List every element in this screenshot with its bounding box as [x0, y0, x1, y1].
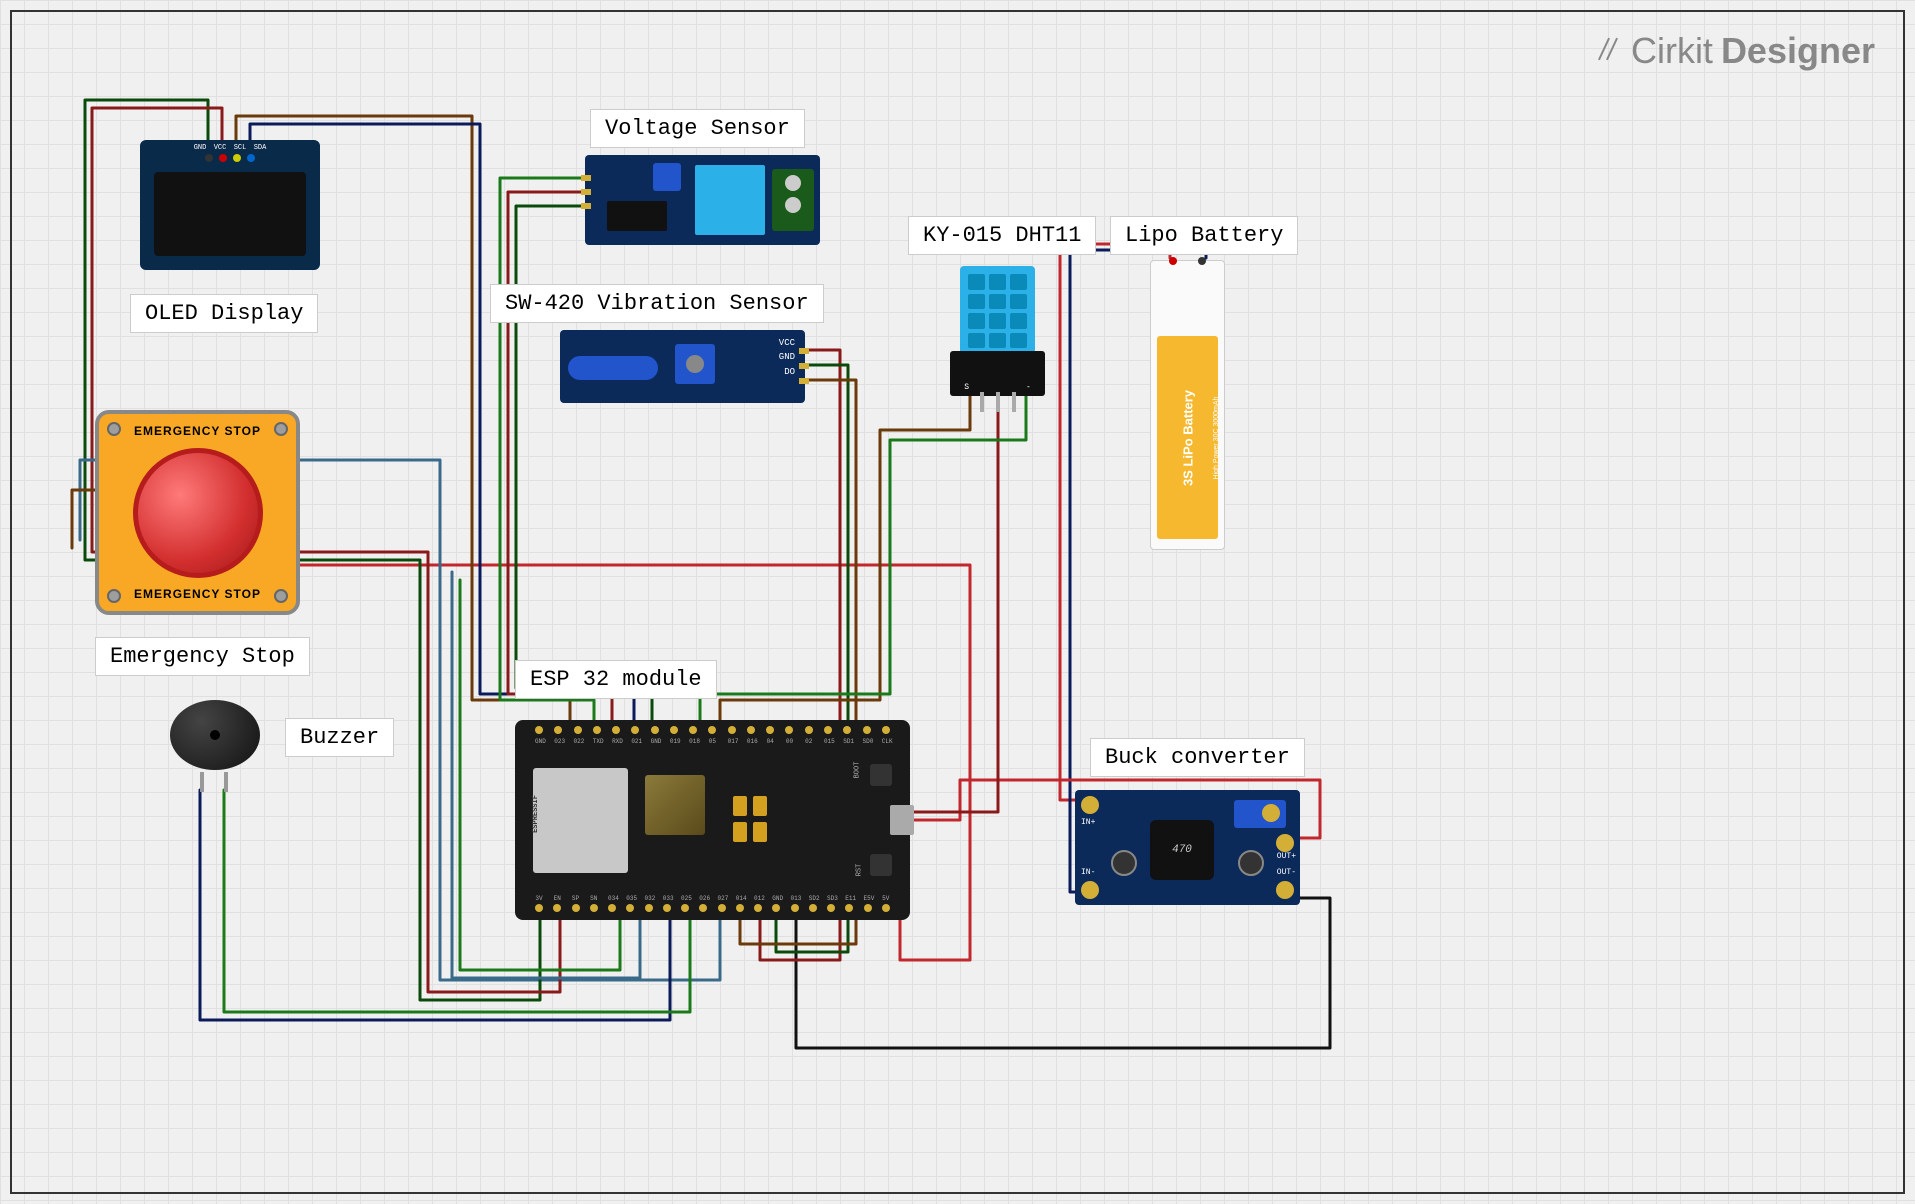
esp32-boot-button[interactable] — [870, 764, 892, 786]
label-buzzer: Buzzer — [285, 718, 394, 757]
label-esp32: ESP 32 module — [515, 660, 717, 699]
label-estop: Emergency Stop — [95, 637, 310, 676]
component-sw420-vibration-sensor[interactable]: VCCGNDDO — [560, 330, 805, 403]
component-dht11[interactable]: S- — [950, 266, 1045, 396]
brand-word-b: Designer — [1721, 30, 1875, 72]
esp32-shield: ESPRESSIF — [533, 768, 628, 873]
esp32-qr-chip — [645, 775, 705, 835]
label-voltage-sensor: Voltage Sensor — [590, 109, 805, 148]
estop-button[interactable] — [133, 448, 263, 578]
component-esp32[interactable]: ESPRESSIF BOOT RST GND023022TXDRXD021GND… — [515, 720, 910, 920]
label-dht: KY-015 DHT11 — [908, 216, 1096, 255]
label-sw420: SW-420 Vibration Sensor — [490, 284, 824, 323]
label-buck: Buck converter — [1090, 738, 1305, 777]
component-buck-converter[interactable]: IN+ IN- OUT+ OUT- — [1075, 790, 1300, 905]
label-lipo: Lipo Battery — [1110, 216, 1298, 255]
component-voltage-sensor[interactable] — [585, 155, 820, 245]
component-buzzer[interactable] — [170, 700, 270, 780]
component-emergency-stop[interactable]: EMERGENCY STOP EMERGENCY STOP — [95, 410, 300, 615]
esp32-reset-button[interactable] — [870, 854, 892, 876]
component-lipo-battery[interactable]: 3S LiPo Battery High Power 30C 3000mAh — [1150, 260, 1225, 550]
oled-screen — [154, 172, 306, 256]
app-logo: Cirkit Designer — [1595, 30, 1875, 72]
buck-potentiometer[interactable] — [1234, 800, 1286, 828]
component-oled-display[interactable]: GNDVCCSCLSDA — [140, 140, 320, 270]
brand-word-a: Cirkit — [1631, 30, 1713, 72]
label-oled: OLED Display — [130, 294, 318, 333]
esp32-usb-port — [890, 805, 914, 835]
buck-inductor — [1150, 820, 1214, 880]
logo-icon — [1595, 37, 1623, 65]
